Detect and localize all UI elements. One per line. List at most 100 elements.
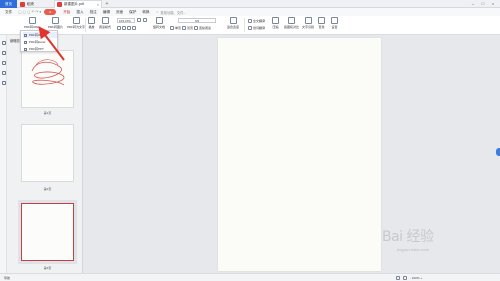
word-translate-button[interactable]: 划词翻译 (248, 26, 265, 30)
document-area (83, 35, 500, 273)
screenshot-label: 截图和对比 (284, 25, 300, 29)
tab-document[interactable]: 新建图片.pdf × (54, 0, 102, 8)
dd-label-ppt: PDF转PPT (29, 47, 44, 51)
thumbnail-icon[interactable] (1, 41, 6, 45)
image-icon (52, 17, 59, 24)
settings-button[interactable]: 设置 (331, 17, 338, 29)
menu-item-edit[interactable]: 编辑 (100, 8, 113, 16)
screenshot-button[interactable]: 截图和对比 (284, 17, 299, 29)
settings-label: 设置 (331, 25, 338, 29)
pdf-page[interactable] (218, 38, 381, 271)
comment-icon[interactable] (1, 61, 6, 65)
attachment-icon[interactable] (1, 71, 6, 75)
pdf-convert-icon (28, 17, 36, 24)
pdf-to-image-button[interactable]: PDF转图片 (48, 17, 63, 29)
find-label: 查找 (318, 25, 325, 29)
excel-icon (24, 40, 27, 44)
tab-docer[interactable]: 稻壳 (18, 0, 52, 8)
fit-width-button[interactable]: 适合宽度 (227, 17, 239, 29)
dd-label-word: PDF转Word (29, 33, 46, 37)
search-box[interactable]: ⌕ 查找功能、文件... (157, 10, 187, 15)
new-tab-icon[interactable]: + (104, 1, 110, 7)
view-mode-icon[interactable] (396, 276, 400, 280)
find-button[interactable]: 查找 (318, 17, 325, 29)
close-window-icon[interactable]: × (490, 1, 496, 7)
play-button[interactable]: 播放 (88, 17, 95, 29)
pdf-to-text-label: PDF转为文字 (67, 25, 86, 29)
divider (244, 18, 245, 32)
dd-label-excel: PDF转Excel (29, 40, 46, 44)
maximize-icon[interactable]: □ (480, 1, 486, 7)
status-bar: 导航 - 100% + (0, 273, 500, 281)
reading-mode-button[interactable]: 阅读模式 (99, 17, 111, 29)
tab-document-label: 新建图片.pdf (64, 2, 84, 6)
thumbnail-panel: 缩略图 第1页 第2页 第3页 (7, 35, 89, 281)
pdf-to-text-button[interactable]: PDF转为文字 (67, 17, 85, 29)
toolbar: PDF转Office PDF转图片 PDF转为文字 播放 阅读模式 103.47… (0, 16, 500, 35)
thumbnail-label-2: 第2页 (43, 187, 52, 191)
menu-item-start[interactable]: 开始 (60, 8, 73, 16)
zoom-control[interactable]: - 100% + (410, 276, 422, 280)
compress-button[interactable]: 压缩 (272, 17, 279, 29)
ocr-label: 文字识别 (302, 25, 315, 29)
single-page-label: 单页 (175, 26, 182, 30)
watermark: Bai 经验 (382, 229, 434, 245)
zoom-select[interactable]: 103.47% (117, 18, 135, 23)
zoom-out-icon[interactable] (143, 18, 147, 22)
full-translate-label: 全文翻译 (253, 19, 266, 23)
fit-width-icon (229, 17, 237, 24)
menu-item-comment[interactable]: 批注 (87, 8, 100, 16)
continuous-label: 连续阅读 (199, 26, 212, 30)
page-indicator[interactable]: 3/3 (178, 18, 216, 23)
zoom-in-icon[interactable] (137, 18, 141, 22)
nav-toggle[interactable]: 导航 (4, 276, 10, 280)
bookmark-icon[interactable] (1, 51, 6, 55)
panel-title: 缩略图 (10, 39, 20, 43)
side-panel-toggle[interactable] (496, 148, 500, 156)
special-badge[interactable]: ● (44, 9, 57, 15)
minimize-icon[interactable]: – (470, 1, 476, 7)
continuous-button[interactable]: 连续阅读 (194, 26, 211, 30)
menu-item-protect[interactable]: 保护 (126, 8, 139, 16)
menu-row: 文件 ▢ ▢ ▢ ↶ ↷ ▾ ● 开始 插入 批注 编辑 页面 保护 转换 ⌕ … (0, 8, 500, 16)
fit-width-label: 适合宽度 (227, 25, 240, 29)
single-page-button[interactable]: 单页 (170, 26, 181, 30)
home-tab-label: 首页 (5, 1, 12, 6)
ocr-icon (304, 17, 312, 24)
rotate-label: 旋转文档 (153, 25, 166, 29)
status-right-controls: - 100% + (396, 276, 422, 280)
menu-item-pdf-to-ppt[interactable]: PDF转PPT (23, 46, 57, 52)
search-placeholder: 查找功能、文件... (160, 10, 187, 15)
menu-file[interactable]: 文件 (2, 8, 15, 16)
thumbnail-page-1[interactable] (21, 50, 74, 108)
menu-item-pdf-to-excel[interactable]: PDF转Excel (23, 39, 57, 45)
watermark-sub: jingyan.baidu.com (397, 247, 430, 252)
view-tools[interactable] (117, 26, 136, 30)
fit-page-icon[interactable] (403, 276, 407, 280)
double-page-button[interactable]: 双页 (182, 26, 193, 30)
thumbnail-page-2[interactable] (21, 124, 74, 182)
rotate-icon (155, 17, 163, 24)
full-translate-button[interactable]: 全文翻译 (248, 19, 265, 23)
home-tab[interactable]: 首页 (0, 0, 17, 8)
pdf-to-office-label: PDF转Office (24, 25, 41, 29)
page-indicator-value: 3/3 (194, 19, 200, 23)
quick-access-icons[interactable]: ▢ ▢ ▢ ↶ ↷ ▾ (15, 8, 44, 16)
ocr-button[interactable]: 文字识别 (302, 17, 314, 29)
signature-icon[interactable] (1, 81, 6, 85)
menu-item-page[interactable]: 页面 (113, 8, 126, 16)
find-icon (318, 17, 325, 24)
close-tab-icon[interactable]: × (97, 3, 99, 7)
thumbnail-label-1: 第1页 (43, 111, 52, 115)
text-icon (72, 17, 80, 24)
pdf-to-office-button[interactable]: PDF转Office (24, 17, 41, 29)
menu-item-convert[interactable]: 转换 (139, 8, 152, 16)
menu-item-insert[interactable]: 插入 (73, 8, 86, 16)
rotate-button[interactable]: 旋转文档 (153, 17, 165, 29)
title-bar: 首页 稻壳 新建图片.pdf × + – □ × (0, 0, 500, 8)
word-translate-label: 划词翻译 (253, 26, 266, 30)
menu-item-pdf-to-word[interactable]: PDF转Word (23, 32, 57, 38)
thumbnail-page-3[interactable] (18, 200, 77, 264)
play-icon (88, 17, 95, 24)
docer-logo-icon (20, 1, 25, 7)
